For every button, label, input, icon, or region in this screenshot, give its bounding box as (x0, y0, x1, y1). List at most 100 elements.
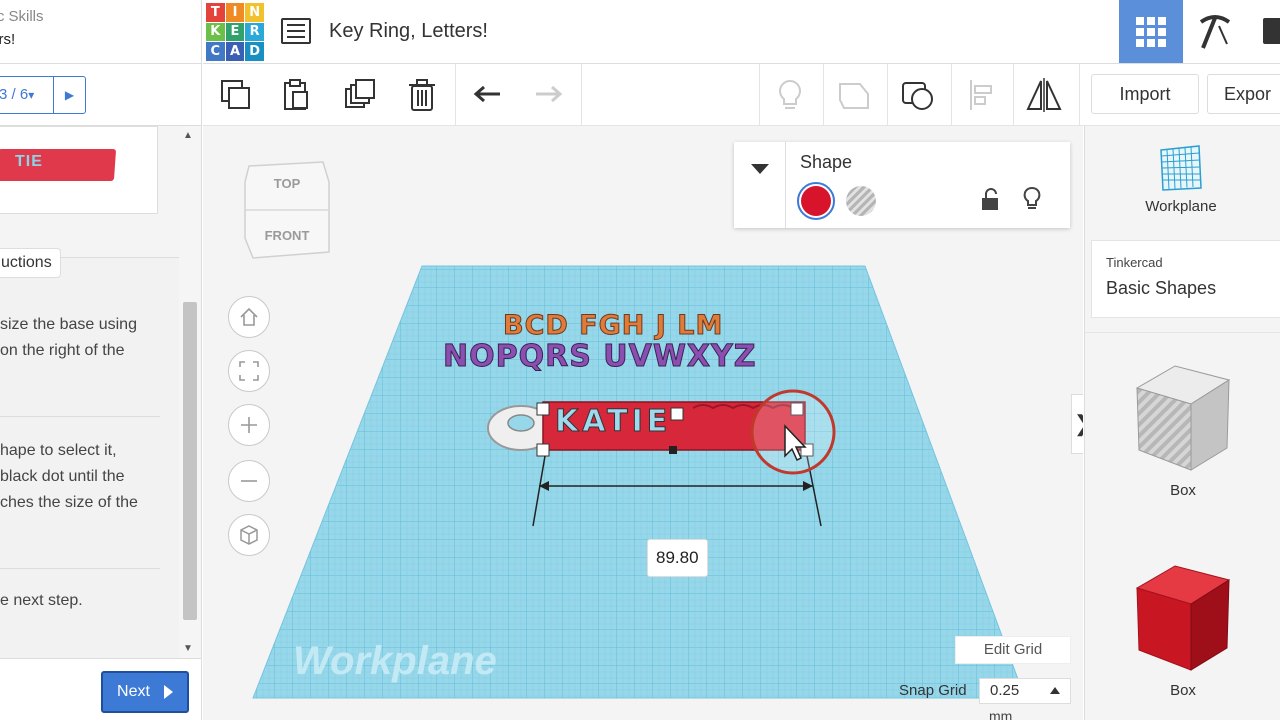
workplane-tool-label: Workplane (1145, 198, 1217, 215)
edit-grid-button[interactable]: Edit Grid (955, 636, 1071, 664)
lesson-footer: Next (0, 658, 201, 720)
show-all-button[interactable] (769, 74, 811, 116)
lock-icon[interactable] (980, 188, 1002, 212)
collapse-shapes-panel-button[interactable]: ❯ (1071, 394, 1083, 454)
click-highlight (750, 389, 836, 475)
shape-box-solid[interactable]: Box (1085, 562, 1280, 699)
lightbulb-icon[interactable] (1022, 186, 1042, 212)
minus-icon (241, 480, 257, 482)
zoom-out-button[interactable] (228, 460, 270, 502)
mirror-button[interactable] (1023, 74, 1065, 116)
tinkercad-logo[interactable]: TIN KER CAD (206, 3, 264, 61)
selection-handle[interactable] (670, 407, 684, 421)
lightbulb-icon (779, 79, 801, 109)
scrollbar-thumb[interactable] (183, 302, 197, 620)
group-button[interactable] (833, 74, 875, 116)
hole-swatch[interactable] (846, 186, 876, 216)
workplane-canvas[interactable]: Workplane BCD FGH J LM NOPQRS UVWXYZ KAT… (203, 126, 1083, 720)
cube-perspective-icon (240, 525, 258, 545)
home-view-button[interactable] (228, 296, 270, 338)
undo-icon (473, 85, 500, 103)
play-icon (163, 685, 173, 699)
view-cube-front-label[interactable]: FRONT (265, 228, 310, 243)
paste-button[interactable] (275, 74, 317, 116)
selection-handle[interactable] (536, 443, 550, 457)
instruction-line: on the right of the (0, 342, 125, 359)
divider (0, 568, 160, 569)
tinkercad-app: sic Skills ters! 3 / 6 ▶ TIE uctions siz… (0, 0, 1280, 720)
logo-letter: A (225, 42, 245, 61)
next-button-label: Next (117, 683, 150, 700)
box-icon (1135, 565, 1231, 671)
keyring-hole (507, 414, 535, 432)
instructions-tab[interactable]: uctions (0, 248, 61, 278)
workplane-tool[interactable]: Workplane (1085, 126, 1280, 230)
undo-button[interactable] (467, 74, 509, 116)
plus-icon (241, 417, 257, 433)
solid-color-swatch[interactable] (797, 182, 835, 220)
instruction-line: ches the size of the (0, 494, 138, 511)
view-cube-top-label[interactable]: TOP (274, 176, 301, 191)
scroll-down-icon[interactable]: ▼ (183, 643, 193, 654)
align-button[interactable] (961, 74, 1003, 116)
caret-down-icon (750, 164, 769, 174)
shape-box-hole[interactable]: Box (1085, 362, 1280, 499)
step-selector[interactable]: 3 / 6 ▶ (0, 76, 86, 114)
logo-letter: C (206, 42, 225, 61)
shape-inspector: Shape (734, 142, 1070, 228)
lesson-scrollbar[interactable]: ▲ ▼ (179, 126, 201, 658)
paste-icon (284, 79, 308, 110)
instruction-line: hape to select it, (0, 442, 117, 459)
step-indicator[interactable]: 3 / 6 (0, 77, 53, 113)
letters-row-2[interactable]: NOPQRS UVWXYZ (443, 339, 757, 375)
workplane-watermark: Workplane (293, 639, 497, 683)
snap-grid-label: Snap Grid (899, 682, 967, 699)
ungroup-button[interactable] (897, 74, 939, 116)
copy-button[interactable] (215, 74, 257, 116)
export-button[interactable]: Expor (1207, 74, 1280, 114)
collapse-inspector-button[interactable] (734, 142, 786, 228)
lesson-instructions: uctions size the base using on the right… (0, 248, 180, 658)
zoom-in-button[interactable] (228, 404, 270, 446)
duplicate-button[interactable] (339, 74, 381, 116)
divider (0, 416, 160, 417)
resize-handle-black[interactable] (669, 446, 677, 454)
instruction-line: size the base using (0, 316, 137, 333)
shape-library-select[interactable]: Tinkercad Basic Shapes (1091, 240, 1280, 318)
box-hole-icon (1135, 365, 1231, 471)
chevron-right-icon: ❯ (1074, 411, 1083, 437)
caret-up-icon (1050, 687, 1060, 694)
home-icon (240, 307, 258, 326)
scroll-up-icon[interactable]: ▲ (183, 130, 193, 141)
view-cube[interactable]: TOP FRONT (243, 160, 333, 264)
perspective-button[interactable] (228, 514, 270, 556)
copy-icon (221, 80, 250, 109)
lesson-title: ters! (0, 31, 16, 48)
logo-letter: K (206, 22, 225, 42)
dimension-value-box[interactable]: 89.80 (647, 539, 708, 577)
blocks-view-button[interactable] (1183, 0, 1247, 63)
step-thumbnail: TIE (0, 126, 158, 214)
project-title[interactable]: Key Ring, Letters! (329, 20, 488, 43)
project-list-icon[interactable] (281, 18, 311, 44)
delete-button[interactable] (401, 74, 443, 116)
lesson-category: sic Skills (0, 8, 44, 25)
fit-view-button[interactable] (228, 350, 270, 392)
ungroup-icon (902, 82, 933, 110)
snap-grid-unit: mm (989, 708, 1013, 720)
logo-letter: N (245, 3, 264, 22)
snap-grid-select[interactable]: 0.25 (979, 678, 1071, 704)
design-view-button[interactable] (1119, 0, 1183, 63)
redo-button[interactable] (527, 74, 569, 116)
briefcase-icon[interactable] (1263, 18, 1280, 44)
name-letters[interactable]: KATIE (555, 404, 671, 440)
selection-handle[interactable] (536, 402, 550, 416)
next-button[interactable]: Next (101, 671, 189, 713)
fit-view-icon (239, 361, 259, 381)
shape-label: Box (1170, 482, 1196, 499)
letters-row-1[interactable]: BCD FGH J LM (503, 310, 723, 342)
import-button[interactable]: Import (1091, 74, 1199, 114)
logo-letter: I (225, 3, 245, 22)
instruction-paragraph-1: size the base using on the right of the (0, 312, 178, 364)
next-step-arrow-icon[interactable]: ▶ (53, 77, 85, 113)
